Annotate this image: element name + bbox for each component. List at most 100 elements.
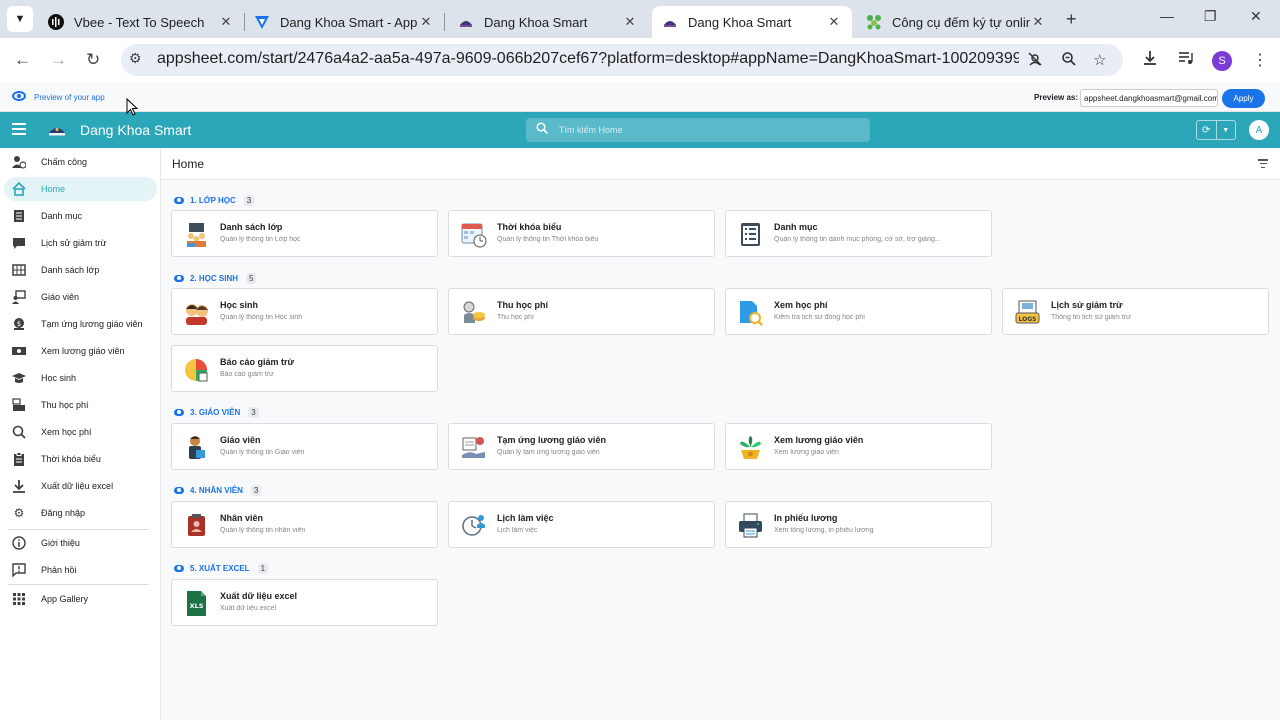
browser-tab-app-1[interactable]: Dang Khoa Smart ✕ [448, 6, 648, 38]
money-advance-icon: $ [12, 317, 26, 331]
sidebar-item-lich-su-giam-tru[interactable]: Lịch sử giảm trừ [4, 231, 157, 255]
close-icon[interactable]: ✕ [418, 14, 434, 30]
bookmark-star-icon[interactable]: ☆ [1093, 51, 1106, 69]
browser-tab-appsheet[interactable]: Dang Khoa Smart - AppSheet ✕ [244, 6, 444, 38]
salary-advance-icon [462, 437, 485, 458]
card-title: Lịch làm việc [497, 513, 554, 523]
browser-tab-counter[interactable]: Công cụ đếm ký tự online ✕ [856, 6, 1056, 38]
close-icon[interactable]: ✕ [622, 14, 638, 30]
close-icon[interactable]: ✕ [1030, 14, 1046, 30]
work-schedule-icon [462, 515, 485, 536]
sidebar-item-xuat-excel[interactable]: Xuất dữ liệu excel [4, 474, 157, 498]
eye-toggle-icon[interactable] [174, 486, 184, 494]
account-avatar[interactable]: A [1249, 120, 1269, 140]
profile-avatar[interactable]: S [1212, 51, 1232, 71]
sidebar-item-label: Xuất dữ liệu excel [41, 481, 114, 491]
card-subtitle: Xem tổng lương, in phiếu lương [774, 527, 874, 534]
group-count-badge: 1 [257, 562, 269, 574]
classroom-icon [187, 223, 206, 247]
sidebar-item-label: Lịch sử giảm trừ [41, 238, 107, 248]
sidebar-item-danh-sach-lop[interactable]: Danh sách lớp [4, 258, 157, 282]
sidebar-item-thoi-khoa-bieu[interactable]: Thời khóa biểu [4, 447, 157, 471]
sidebar-item-label: Thu học phí [41, 400, 89, 410]
forward-icon[interactable]: → [50, 50, 67, 70]
card-hoc-sinh[interactable]: Học sinh Quản lý thông tin Học sinh [171, 288, 438, 335]
sync-icon[interactable]: ⟳ [1197, 121, 1216, 139]
group-count-badge: 3 [250, 484, 262, 496]
card-xem-hoc-phi[interactable]: Xem học phí Kiểm tra lịch sử đóng học ph… [725, 288, 992, 335]
filter-icon[interactable] [1258, 159, 1268, 168]
reload-icon[interactable]: ↻ [86, 50, 100, 70]
app-logo-icon [49, 128, 65, 136]
card-lich-lam-viec[interactable]: Lịch làm việc Lịch làm việc [448, 501, 715, 548]
sync-button[interactable]: ⟳ ▼ [1196, 120, 1236, 140]
eye-toggle-icon[interactable] [174, 274, 184, 282]
sidebar-item-cham-cong[interactable]: Chấm công [4, 150, 157, 174]
card-xem-luong[interactable]: Xem lương giáo viên Xem lương giáo viên [725, 423, 992, 470]
sidebar-item-giao-vien[interactable]: Giáo viên [4, 285, 157, 309]
profile-initial: S [1218, 55, 1226, 67]
group-header-xuat-excel[interactable]: 5. XUẤT EXCEL 1 [174, 561, 269, 575]
back-icon[interactable]: ← [14, 50, 31, 70]
sidebar-item-hoc-sinh[interactable]: Học sinh [4, 366, 157, 390]
eye-toggle-icon[interactable] [174, 564, 184, 572]
tab-search-button[interactable]: ▼ [7, 6, 33, 32]
preview-label: Preview of your app [34, 93, 105, 102]
card-danh-sach-lop[interactable]: Danh sách lớp Quản lý thông tin Lớp học [171, 210, 438, 257]
sidebar-item-gioi-thieu[interactable]: Giới thiệu [4, 531, 157, 555]
sidebar-item-home[interactable]: Home [4, 177, 157, 201]
card-giao-vien[interactable]: Giáo viên Quản lý thông tin Giáo viên [171, 423, 438, 470]
sidebar-item-phan-hoi[interactable]: Phản hồi [4, 558, 157, 582]
group-header-nhan-vien[interactable]: 4. NHÂN VIÊN 3 [174, 483, 262, 497]
sidebar-item-thu-hoc-phi[interactable]: Thu học phí [4, 393, 157, 417]
media-control-icon[interactable] [1178, 50, 1194, 71]
sidebar-item-app-gallery[interactable]: App Gallery [4, 587, 157, 611]
browser-tab-vbee[interactable]: Vbee - Text To Speech ✕ [38, 6, 244, 38]
address-bar[interactable]: ⚙ appsheet.com/start/2476a4a2-aa5a-497a-… [121, 44, 1123, 76]
browser-menu-icon[interactable]: ⋮ [1252, 50, 1268, 70]
app-search-input[interactable]: Tìm kiếm Home [526, 118, 870, 142]
card-lich-su-giam-tru[interactable]: LOGS Lịch sử giảm trừ Thông tin lịch sử … [1002, 288, 1269, 335]
sidebar-item-xem-hoc-phi[interactable]: Xem học phí [4, 420, 157, 444]
apply-button[interactable]: Apply [1222, 89, 1265, 108]
card-in-phieu-luong[interactable]: In phiếu lương Xem tổng lương, in phiếu … [725, 501, 992, 548]
sidebar-item-danh-muc[interactable]: Danh mục [4, 204, 157, 228]
card-thoi-khoa-bieu[interactable]: Thời khóa biểu Quản lý thông tin Thời kh… [448, 210, 715, 257]
app-icon [458, 14, 474, 30]
timetable-icon [461, 223, 487, 248]
menu-icon[interactable] [12, 123, 26, 135]
eye-toggle-icon[interactable] [174, 408, 184, 416]
group-header-lop-hoc[interactable]: 1. LỚP HỌC 3 [174, 193, 255, 207]
window-close-icon[interactable]: ✕ [1250, 8, 1262, 25]
group-header-giao-vien[interactable]: 3. GIÁO VIÊN 3 [174, 405, 259, 419]
sidebar-item-tam-ung-luong[interactable]: $ Tạm ứng lương giáo viên [4, 312, 157, 336]
card-xuat-du-lieu-excel[interactable]: XLS Xuất dữ liệu excel Xuất dữ liệu exce… [171, 579, 438, 626]
preview-email-input[interactable]: appsheet.dangkhoasmart@gmail.com [1080, 89, 1218, 107]
card-subtitle: Quản lý thông tin Thời khóa biểu [497, 236, 599, 243]
close-icon[interactable]: ✕ [218, 14, 234, 30]
chevron-down-icon[interactable]: ▼ [1215, 121, 1236, 139]
card-thu-hoc-phi[interactable]: Thu học phí Thu học phí [448, 288, 715, 335]
new-tab-icon[interactable]: + [1066, 9, 1077, 30]
card-bao-cao-giam-tru[interactable]: Báo cáo giảm trừ Báo cáo giảm trừ [171, 345, 438, 392]
restore-icon[interactable]: ❐ [1204, 8, 1217, 25]
group-header-hoc-sinh[interactable]: 2. HỌC SINH 5 [174, 271, 257, 285]
close-icon[interactable]: ✕ [826, 14, 842, 30]
tracking-blocked-icon[interactable] [1027, 51, 1043, 71]
card-subtitle: Quản lý thông tin Học sinh [220, 314, 303, 321]
eye-toggle-icon[interactable] [174, 196, 184, 204]
download-icon[interactable] [1142, 50, 1158, 71]
tab-title: Vbee - Text To Speech [74, 14, 205, 30]
sidebar-divider [8, 529, 149, 530]
card-danh-muc[interactable]: Danh mục Quản lý thông tin danh mục phòn… [725, 210, 992, 257]
minimize-icon[interactable]: — [1160, 8, 1174, 24]
browser-tab-app-active[interactable]: Dang Khoa Smart ✕ [652, 6, 852, 38]
card-tam-ung-luong[interactable]: Tạm ứng lương giáo viên Quản lý tạm ứng … [448, 423, 715, 470]
tab-title: Dang Khoa Smart [484, 14, 588, 30]
sidebar-item-dang-nhap[interactable]: ⚙ Đăng nhập [4, 501, 157, 525]
list-icon [12, 209, 26, 223]
card-nhan-vien[interactable]: Nhân viên Quản lý thông tin nhân viên [171, 501, 438, 548]
site-info-icon[interactable]: ⚙ [129, 50, 142, 67]
sidebar-item-xem-luong[interactable]: Xem lương giáo viên [4, 339, 157, 363]
zoom-icon[interactable] [1061, 51, 1077, 71]
